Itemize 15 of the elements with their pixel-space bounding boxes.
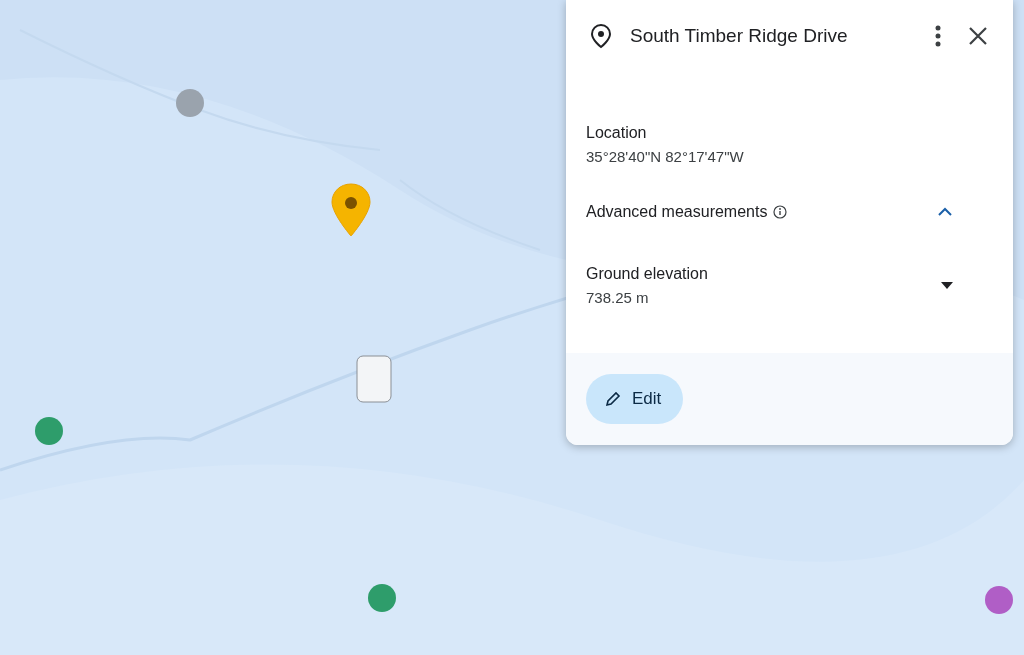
ground-elevation-value: 738.25 m — [586, 289, 650, 306]
chevron-icon — [937, 207, 953, 217]
place-title: South Timber Ridge Drive — [630, 25, 849, 47]
info-icon[interactable] — [773, 205, 788, 219]
location-value: 35°28'40"N 82°17'47"W — [586, 148, 745, 165]
location-label: Location — [586, 124, 648, 142]
caret-icon — [941, 282, 953, 289]
close-icon — [967, 25, 989, 47]
pencil-icon — [604, 390, 622, 408]
location-pin-icon — [590, 23, 612, 49]
map-pin-icon[interactable] — [330, 182, 372, 238]
advanced-measurements-label: Advanced measurements — [586, 203, 768, 221]
edit-button[interactable]: Edit — [586, 374, 684, 424]
more-options-icon — [935, 25, 941, 47]
ground-elevation-label: Ground elevation — [586, 265, 708, 283]
